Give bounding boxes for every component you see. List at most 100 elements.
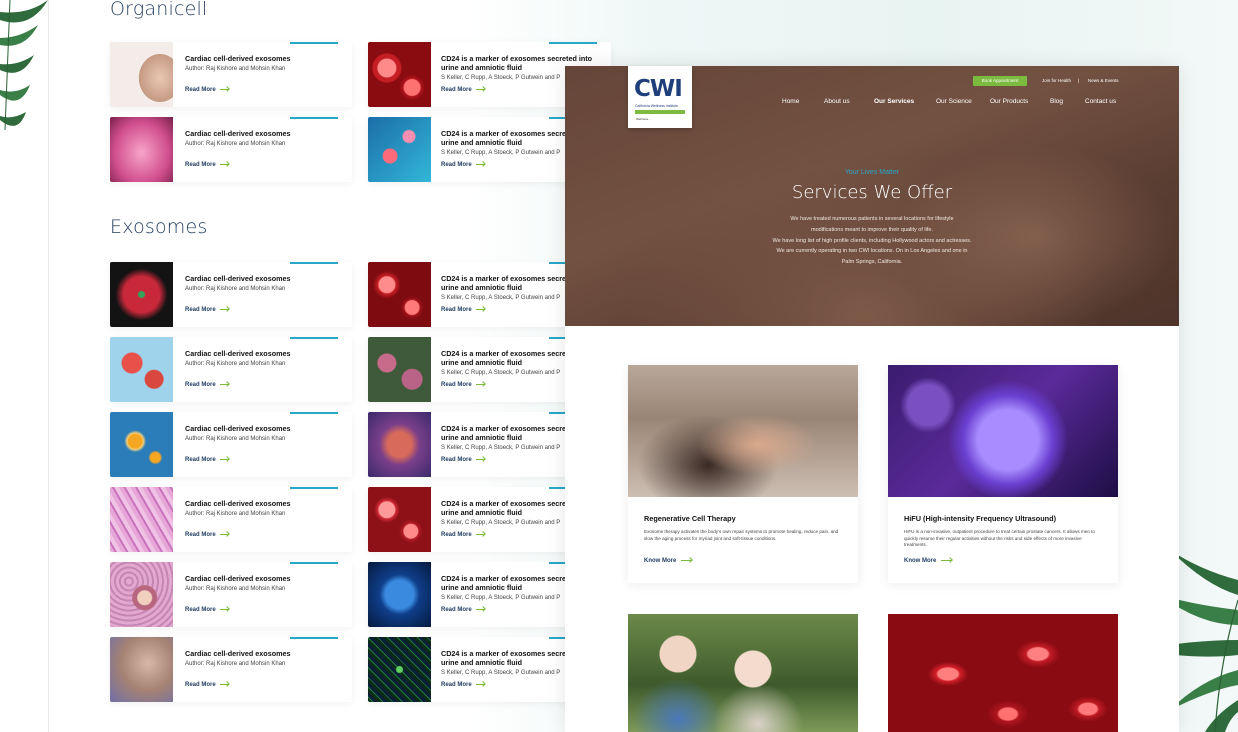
logo-subtitle: California Wellness Institute	[635, 104, 679, 108]
read-more-label: Read More	[185, 682, 216, 688]
showcase-canvas: Organicell Cardiac cell-derived exosomes…	[0, 0, 1238, 732]
article-thumbnail	[368, 117, 431, 182]
hero-desc-line: We have treated numerous patients in sev…	[790, 216, 954, 222]
read-more-link[interactable]: Read More	[185, 162, 229, 168]
service-card[interactable]: Regenerative Cell Therapy Exosome therap…	[628, 365, 858, 583]
article-card[interactable]: Cardiac cell-derived exosomes Author: Ra…	[110, 262, 352, 327]
nav-our-science[interactable]: Our Science	[936, 98, 972, 105]
article-author: Author: Raj Kishore and Mohsin Khan	[185, 141, 286, 147]
nav-our-products[interactable]: Our Products	[990, 98, 1028, 105]
article-card[interactable]: Cardiac cell-derived exosomes Author: Ra…	[110, 337, 352, 402]
cwi-logo[interactable]: CWI California Wellness Institute Wellne…	[628, 66, 692, 128]
service-card[interactable]: HiFU (High-intensity Frequency Ultrasoun…	[888, 365, 1118, 583]
exosomes-section-title: Exosomes	[110, 216, 208, 238]
article-card[interactable]: Cardiac cell-derived exosomes Author: Ra…	[110, 637, 352, 702]
service-image	[888, 365, 1118, 497]
read-more-link[interactable]: Read More	[441, 307, 485, 313]
arrow-right-icon	[475, 308, 485, 310]
article-thumbnail	[110, 487, 173, 552]
article-thumbnail	[110, 637, 173, 702]
service-image-blood-cells	[888, 614, 1118, 732]
read-more-link[interactable]: Read More	[441, 607, 485, 613]
article-thumbnail	[110, 262, 173, 327]
article-author: S Keller, C Rupp, A Stoeck, P Gutwein an…	[441, 445, 561, 451]
article-author: Author: Raj Kishore and Mohsin Khan	[185, 511, 286, 517]
nav-blog[interactable]: Blog	[1050, 98, 1063, 105]
service-description: HiFU is a non-invasive, outpatient proce…	[904, 529, 1095, 548]
read-more-label: Read More	[441, 457, 472, 463]
read-more-link[interactable]: Read More	[185, 87, 229, 93]
read-more-link[interactable]: Read More	[185, 607, 229, 613]
know-more-link[interactable]: Know More	[904, 558, 953, 564]
article-card[interactable]: Cardiac cell-derived exosomes Author: Ra…	[110, 117, 352, 182]
read-more-link[interactable]: Read More	[441, 382, 485, 388]
arrow-right-icon	[941, 559, 953, 561]
article-card[interactable]: Cardiac cell-derived exosomes Author: Ra…	[110, 487, 352, 552]
article-author: Author: Raj Kishore and Mohsin Khan	[185, 286, 286, 292]
read-more-link[interactable]: Read More	[441, 162, 485, 168]
blood-cells-photo	[888, 614, 1118, 732]
article-author: Author: Raj Kishore and Mohsin Khan	[185, 66, 286, 72]
book-appointment-button[interactable]: Book Appointment	[973, 76, 1027, 86]
arrow-right-icon	[475, 458, 485, 460]
nav-home[interactable]: Home	[782, 98, 799, 105]
article-author: S Keller, C Rupp, A Stoeck, P Gutwein an…	[441, 370, 561, 376]
arrow-right-icon	[475, 533, 485, 535]
know-more-label: Know More	[904, 558, 937, 564]
hero-desc-line: We are currently operating in two CWI lo…	[776, 248, 968, 255]
news-events-link[interactable]: News & Events	[1088, 78, 1119, 83]
service-image	[628, 365, 858, 497]
topbar-separator: |	[1078, 78, 1080, 83]
read-more-link[interactable]: Read More	[185, 457, 229, 463]
nav-about-us[interactable]: About us	[824, 98, 850, 105]
read-more-label: Read More	[185, 457, 216, 463]
article-title: Cardiac cell-derived exosomes	[185, 349, 291, 358]
arrow-right-icon	[219, 683, 229, 685]
article-author: Author: Raj Kishore and Mohsin Khan	[185, 661, 286, 667]
read-more-link[interactable]: Read More	[441, 682, 485, 688]
read-more-link[interactable]: Read More	[441, 87, 485, 93]
card-accent-bar	[290, 562, 338, 564]
read-more-link[interactable]: Read More	[185, 682, 229, 688]
arrow-right-icon	[219, 163, 229, 165]
arrow-right-icon	[219, 533, 229, 535]
read-more-link[interactable]: Read More	[441, 457, 485, 463]
read-more-label: Read More	[185, 162, 216, 168]
hero-title: Services We Offer	[791, 182, 953, 203]
article-thumbnail	[368, 562, 431, 627]
hero-description: We have treated numerous patients in sev…	[745, 214, 999, 268]
arrow-right-icon	[475, 608, 485, 610]
join-for-health-link[interactable]: Join for Health	[1042, 78, 1071, 83]
article-author: S Keller, C Rupp, A Stoeck, P Gutwein an…	[441, 75, 561, 81]
services-page-mockup: Book Appointment Join for Health | News …	[565, 66, 1179, 732]
read-more-link[interactable]: Read More	[185, 307, 229, 313]
logo-green-bar	[635, 110, 685, 114]
article-title: Cardiac cell-derived exosomes	[185, 499, 291, 508]
article-author: Author: Raj Kishore and Mohsin Khan	[185, 361, 286, 367]
card-accent-bar	[290, 262, 338, 264]
article-card[interactable]: Cardiac cell-derived exosomes Author: Ra…	[110, 412, 352, 477]
nav-contact-us[interactable]: Contact us	[1085, 98, 1116, 105]
palm-leaf-top-left-icon	[0, 0, 48, 131]
hero-kicker: Your Lives Matter	[844, 169, 900, 176]
seniors-photo	[628, 614, 858, 732]
arrow-right-icon	[475, 163, 485, 165]
know-more-link[interactable]: Know More	[644, 558, 693, 564]
read-more-link[interactable]: Read More	[185, 532, 229, 538]
read-more-label: Read More	[185, 532, 216, 538]
article-card[interactable]: Cardiac cell-derived exosomes Author: Ra…	[110, 42, 352, 107]
read-more-label: Read More	[441, 607, 472, 613]
card-accent-bar	[549, 42, 597, 44]
organicell-section-title: Organicell	[110, 0, 208, 20]
article-title: Cardiac cell-derived exosomes	[185, 274, 291, 283]
read-more-link[interactable]: Read More	[441, 532, 485, 538]
article-thumbnail	[368, 42, 431, 107]
article-thumbnail	[368, 337, 431, 402]
hero-desc-line: modifications meant to improve their qua…	[811, 226, 933, 233]
nav-our-services[interactable]: Our Services	[874, 98, 914, 105]
article-author: S Keller, C Rupp, A Stoeck, P Gutwein an…	[441, 595, 561, 601]
read-more-label: Read More	[441, 682, 472, 688]
article-card[interactable]: Cardiac cell-derived exosomes Author: Ra…	[110, 562, 352, 627]
arrow-right-icon	[475, 383, 485, 385]
read-more-link[interactable]: Read More	[185, 382, 229, 388]
